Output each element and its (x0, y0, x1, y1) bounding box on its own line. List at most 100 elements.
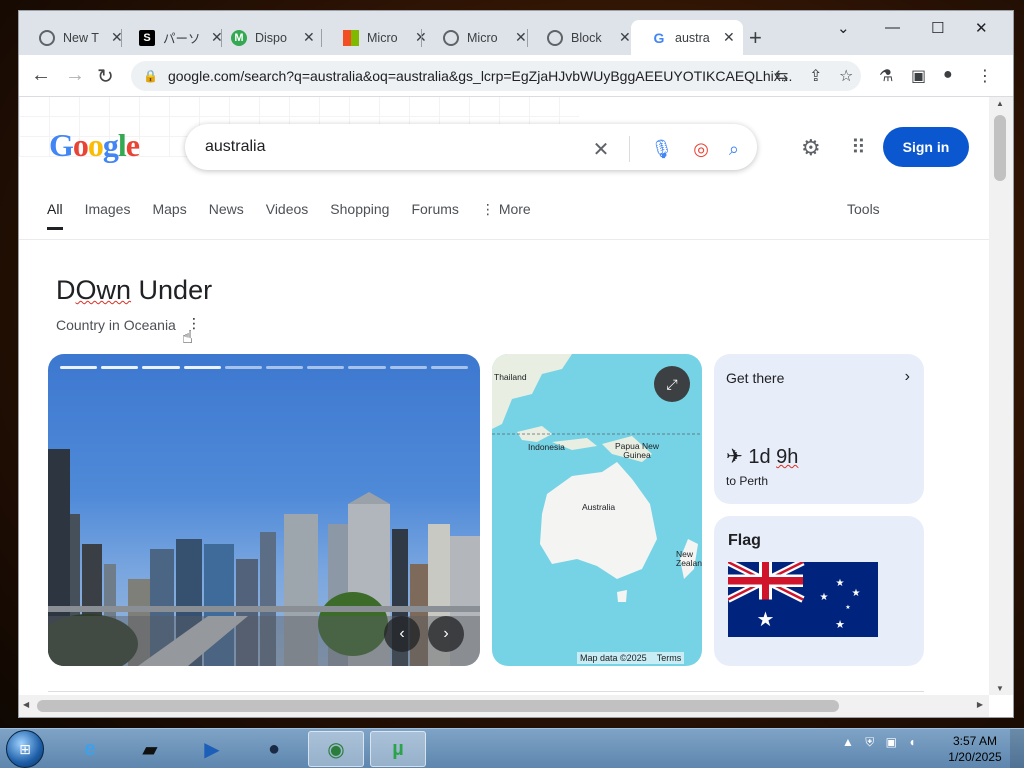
reload-button[interactable]: ↻ (97, 64, 114, 89)
google-apps-icon[interactable]: ⠿ (851, 135, 866, 160)
chrome-icon: ◉ (327, 738, 345, 761)
globe-icon (547, 29, 563, 46)
skyline-image (48, 449, 480, 666)
clock-date: 1/20/2025 (948, 750, 1002, 764)
horizontal-scrollbar[interactable]: ◀ ▶ (19, 695, 989, 717)
carousel-progress (60, 366, 469, 369)
scroll-left-icon[interactable]: ◀ (23, 700, 29, 709)
hand-cursor-icon: ☝ (182, 327, 193, 347)
tab-search-icon[interactable]: ⌄ (837, 19, 850, 37)
browser-toolbar: ← → ↻ 🔒 google.com/search?q=australia&oq… (19, 55, 1013, 97)
map-label-new-zealand: New Zealand (676, 549, 702, 568)
lens-camera-icon[interactable]: ◎ (693, 139, 709, 160)
close-window-button[interactable]: ✕ (975, 19, 988, 37)
map-terms-link[interactable]: Terms (657, 653, 682, 663)
windows-logo-icon: ⊞ (19, 740, 31, 757)
svg-text:★: ★ (845, 604, 850, 611)
divider (629, 136, 631, 162)
device-icon: ▰ (142, 738, 158, 761)
settings-gear-icon[interactable]: ⚙ (801, 135, 821, 161)
scroll-thumb[interactable] (994, 115, 1006, 181)
minimize-button[interactable]: — (885, 19, 900, 36)
bookmark-star-icon[interactable]: ☆ (839, 66, 853, 86)
forward-button[interactable]: → (65, 64, 85, 87)
svg-text:★: ★ (835, 618, 845, 631)
start-button[interactable]: ⊞ (6, 730, 44, 768)
more-label: More (498, 201, 531, 217)
taskbar-utorrent[interactable]: µ (370, 731, 426, 767)
side-panel-icon[interactable]: ▣ (911, 66, 926, 86)
google-logo[interactable]: Google (49, 127, 140, 164)
australia-flag-image: ★ ★ ★ ★ ★ ★ (728, 562, 878, 637)
scroll-right-icon[interactable]: ▶ (977, 700, 983, 709)
browser-window: New T ✕ S パーソ ✕ M Dispo ✕ Micro ✕ Micro … (18, 10, 1014, 718)
taskbar-ie[interactable]: e (62, 731, 118, 767)
close-icon[interactable]: ✕ (723, 29, 735, 46)
taskbar-media[interactable]: ▰ (122, 731, 178, 767)
filter-all[interactable]: All (47, 201, 63, 230)
sign-in-button[interactable]: Sign in (883, 127, 969, 167)
knowledge-panel-title: DOwn Under (56, 275, 212, 306)
filter-images[interactable]: Images (85, 201, 131, 230)
scroll-up-icon[interactable]: ▲ (996, 99, 1004, 108)
address-bar[interactable]: 🔒 google.com/search?q=australia&oq=austr… (131, 61, 861, 91)
filter-shopping[interactable]: Shopping (330, 201, 389, 230)
tab-title: Dispo (255, 30, 287, 45)
tools-button[interactable]: Tools (847, 201, 880, 217)
volume-icon[interactable]: ◖ (908, 735, 915, 749)
vertical-scrollbar[interactable]: ▲ ▼ (989, 97, 1013, 695)
filter-news[interactable]: News (209, 201, 244, 230)
knowledge-panel-subtitle: Country in Oceania (56, 317, 176, 333)
filter-maps[interactable]: Maps (152, 201, 186, 230)
profile-icon[interactable]: ● (943, 66, 953, 84)
clear-icon[interactable]: ✕ (593, 137, 610, 162)
get-there-header: Get there (726, 370, 785, 386)
close-icon[interactable]: ✕ (303, 29, 315, 46)
security-icon[interactable]: ⛨ (865, 735, 874, 749)
filter-forums[interactable]: Forums (411, 201, 458, 230)
back-button[interactable]: ← (31, 64, 51, 87)
show-desktop-button[interactable] (1010, 729, 1024, 768)
taskbar-chrome[interactable]: ◉ (308, 731, 364, 767)
tab-australia[interactable]: G austra ✕ (631, 20, 743, 55)
svg-text:★: ★ (852, 588, 861, 599)
more-dots-icon: ⋮ (480, 201, 499, 217)
filter-more[interactable]: ⋮ More (481, 201, 531, 230)
taskbar-globe[interactable]: ● (246, 731, 302, 767)
city-photo-carousel[interactable]: ‹ › (48, 354, 480, 666)
network-icon[interactable]: ▣ (886, 735, 897, 749)
map-label-papua-new-guinea: Papua New Guinea (615, 441, 659, 460)
share-icon[interactable]: ⇪ (809, 66, 822, 86)
flag-header: Flag (728, 532, 761, 549)
filter-videos[interactable]: Videos (266, 201, 309, 230)
taskbar-player[interactable]: ▶ (184, 731, 240, 767)
close-icon[interactable]: ✕ (515, 29, 527, 46)
tab-microsoft[interactable]: Micro ✕ (323, 20, 435, 55)
search-icon[interactable]: ⌕ (729, 139, 739, 160)
microphone-icon[interactable]: 🎙 (650, 139, 673, 160)
get-there-card[interactable]: Get there › ✈ 1d 9h to Perth (714, 354, 924, 504)
tab-dispo[interactable]: M Dispo ✕ (211, 20, 323, 55)
previous-photo-button[interactable]: ‹ (384, 616, 420, 652)
scroll-thumb[interactable] (37, 700, 839, 712)
tray-expand-icon[interactable]: ▲ (842, 735, 854, 749)
scroll-down-icon[interactable]: ▼ (996, 684, 1004, 693)
extension-icon[interactable]: ⚗ (879, 66, 893, 86)
new-tab-button[interactable]: + (749, 25, 762, 51)
close-icon[interactable]: ✕ (619, 29, 631, 46)
menu-icon[interactable]: ⋮ (977, 66, 993, 86)
country-map[interactable]: Thailand Indonesia Papua New Guinea Aust… (492, 354, 702, 666)
tab-blocked[interactable]: Block ✕ (527, 20, 639, 55)
translate-icon[interactable]: ⇆ (775, 66, 788, 86)
tab-new-tab[interactable]: New T ✕ (19, 20, 131, 55)
maximize-button[interactable]: ☐ (931, 19, 944, 37)
map-label-australia: Australia (582, 502, 616, 512)
next-photo-button[interactable]: › (428, 616, 464, 652)
flag-card[interactable]: Flag ★ ★ ★ ★ ★ ★ (714, 516, 924, 666)
map-footer: Map data ©2025 Terms (577, 652, 685, 664)
svg-text:★: ★ (820, 592, 829, 603)
clock[interactable]: 3:57 AM 1/20/2025 (940, 733, 1010, 765)
tab-micro2[interactable]: Micro ✕ (423, 20, 535, 55)
search-box[interactable]: australia ✕ 🎙 ◎ ⌕ (185, 124, 757, 170)
expand-map-icon[interactable]: ⤢ (654, 366, 690, 402)
